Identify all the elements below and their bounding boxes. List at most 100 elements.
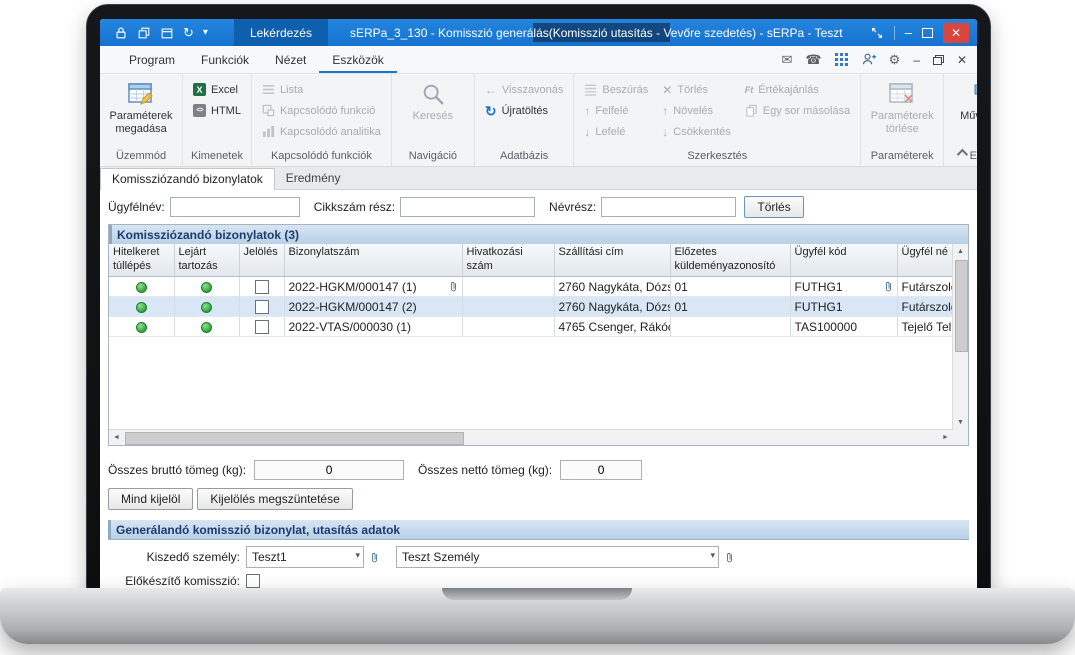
- html-button[interactable]: <> HTML: [188, 101, 246, 120]
- vertical-scroll-thumb[interactable]: [955, 260, 968, 352]
- kereses-button: Keresés: [397, 78, 469, 123]
- combo-caret-icon: ▾: [355, 550, 360, 561]
- menu-nezet[interactable]: Nézet: [262, 46, 319, 73]
- menu-funkciok[interactable]: Funkciók: [188, 46, 262, 73]
- section-handle: [108, 520, 111, 539]
- torles-row-button: ✕ Törlés: [657, 80, 735, 99]
- picker-person-name-combo[interactable]: Teszt Személy ▾: [396, 546, 719, 568]
- cell-hivatkozasi-szam: [462, 317, 554, 337]
- muveletek-button[interactable]: Műveletek: [949, 78, 977, 123]
- column-header[interactable]: Szállítási cím: [554, 244, 670, 277]
- operations-icon: [972, 81, 977, 107]
- ribbon: Paraméterek megadása Üzemmód X Excel: [100, 74, 977, 167]
- column-header[interactable]: Jelölés: [239, 244, 284, 277]
- row-select-checkbox[interactable]: [255, 320, 269, 334]
- collapse-ribbon-icon[interactable]: [953, 146, 969, 160]
- close-button[interactable]: ✕: [943, 23, 969, 43]
- new-window-icon[interactable]: [160, 26, 174, 40]
- beszuras-button: Beszúrás: [579, 80, 653, 99]
- mail-icon[interactable]: ✉: [781, 53, 792, 66]
- app-close-icon[interactable]: ✕: [957, 54, 967, 66]
- tab-eredmeny[interactable]: Eredmény: [275, 168, 352, 189]
- currency-icon: Ft: [745, 85, 754, 95]
- parameterek-megadasa-button[interactable]: Paraméterek megadása: [105, 78, 177, 135]
- horizontal-scrollbar[interactable]: ◄ ►: [109, 429, 953, 445]
- cell-elozetes-kuldemeny: 01: [670, 297, 790, 317]
- gear-icon[interactable]: ⚙: [889, 53, 901, 66]
- visszavonas-button: ← Visszavonás: [480, 80, 569, 99]
- ribbon-group-adatbazis: ← Visszavonás ↻ Újratöltés Adatbázis: [475, 74, 575, 166]
- prep-commission-label: Előkészítő komisszió:: [100, 574, 240, 588]
- column-header[interactable]: Hivatkozási szám: [462, 244, 554, 277]
- trackpad-notch: [442, 588, 632, 600]
- item-number-label: Cikkszám rész:: [314, 200, 395, 214]
- customer-name-input[interactable]: [170, 197, 300, 217]
- move-down-icon: ↓: [584, 126, 590, 138]
- combo-caret-icon: ▾: [710, 550, 715, 561]
- app-minimize-icon[interactable]: –: [913, 54, 920, 66]
- felfele-button: ↑ Felfelé: [579, 101, 653, 120]
- maximize-button[interactable]: [922, 28, 933, 38]
- decrease-icon: ↓: [662, 126, 668, 138]
- attachment-icon: [449, 280, 458, 293]
- vertical-scrollbar[interactable]: ▲ ▼: [952, 244, 968, 430]
- row-select-checkbox[interactable]: [255, 300, 269, 314]
- prep-commission-checkbox[interactable]: [246, 574, 260, 588]
- documents-table: Hitelkeret túllépésLejárt tartozásJelölé…: [109, 244, 953, 337]
- excel-button[interactable]: X Excel: [188, 80, 246, 99]
- clear-selection-button[interactable]: Kijelölés megszüntetése: [197, 488, 352, 510]
- attachment-icon[interactable]: [721, 551, 737, 564]
- horizontal-scroll-thumb[interactable]: [125, 432, 464, 445]
- app-window: ↻ ▾ Lekérdezés sERPa_3_130 - Komisszió g…: [100, 19, 977, 593]
- attachment-icon[interactable]: [366, 551, 382, 564]
- picker-person-row: Kiszedő személy: Teszt1 ▾ Teszt Személy …: [100, 546, 977, 568]
- menu-program[interactable]: Program: [116, 46, 188, 73]
- app-grid-icon[interactable]: [835, 53, 848, 66]
- table-row[interactable]: 2022-HGKM/000147 (2)2760 Nagykáta, Dózsa…: [109, 297, 953, 317]
- refresh-icon[interactable]: ↻: [183, 26, 194, 39]
- minimize-button[interactable]: –: [905, 26, 912, 39]
- row-select-checkbox[interactable]: [255, 280, 269, 294]
- tab-komissziozando-bizonylatok[interactable]: Komissziózandó bizonylatok: [100, 168, 275, 190]
- prep-commission-row: Előkészítő komisszió:: [100, 574, 977, 588]
- column-header[interactable]: Előzetes küldeményazonosító: [670, 244, 790, 277]
- column-header[interactable]: Ügyfél né: [897, 244, 953, 277]
- select-all-button[interactable]: Mind kijelöl: [108, 488, 193, 510]
- cell-ugyfel-kod: FUTHG1: [790, 277, 897, 297]
- cell-szallitasi-cim: 2760 Nagykáta, Dózsa: [554, 277, 670, 297]
- column-header[interactable]: Ügyfél kód: [790, 244, 897, 277]
- scroll-up-arrow[interactable]: ▲: [953, 244, 968, 259]
- ujratoltes-button[interactable]: ↻ Újratöltés: [480, 101, 569, 120]
- column-header[interactable]: Lejárt tartozás: [174, 244, 239, 277]
- scroll-left-arrow[interactable]: ◄: [109, 430, 124, 445]
- query-tab[interactable]: Lekérdezés: [234, 19, 328, 46]
- item-number-input[interactable]: [400, 197, 535, 217]
- scroll-down-arrow[interactable]: ▼: [953, 415, 968, 430]
- lefele-button: ↓ Lefelé: [579, 122, 653, 141]
- scroll-right-arrow[interactable]: ►: [938, 430, 953, 445]
- cell-szallitasi-cim: 2760 Nagykáta, Dózsa: [554, 297, 670, 317]
- app-restore-icon[interactable]: [933, 55, 944, 65]
- table-row[interactable]: 2022-VTAS/000030 (1)4765 Csenger, Rákócz…: [109, 317, 953, 337]
- cell-hivatkozasi-szam: [462, 297, 554, 317]
- user-add-icon[interactable]: [861, 52, 876, 67]
- parameter-grid-icon: [127, 81, 155, 107]
- table-row[interactable]: 2022-HGKM/000147 (1)2760 Nagykáta, Dózsa…: [109, 277, 953, 297]
- name-part-input[interactable]: [601, 197, 736, 217]
- cascade-windows-icon[interactable]: [137, 26, 151, 40]
- column-header[interactable]: Bizonylatszám: [284, 244, 462, 277]
- column-header[interactable]: Hitelkeret túllépés: [109, 244, 174, 277]
- cell-hivatkozasi-szam: [462, 277, 554, 297]
- phone-icon[interactable]: ☎: [805, 53, 821, 66]
- lock-icon[interactable]: [114, 26, 128, 40]
- net-weight-value: [560, 460, 642, 480]
- expand-icon[interactable]: [870, 26, 884, 40]
- overdue-status-icon: [201, 282, 212, 293]
- menu-eszkozok[interactable]: Eszközök: [319, 46, 396, 73]
- ribbon-group-uzemmod: Paraméterek megadása Üzemmód: [100, 74, 183, 166]
- kapcsolodo-funkcio-button: Kapcsolódó funkció: [257, 101, 386, 120]
- caret-down-icon[interactable]: ▾: [203, 28, 208, 38]
- clear-filters-button[interactable]: Törlés: [744, 196, 803, 218]
- view-tabs: Komissziózandó bizonylatok Eredmény: [100, 167, 977, 190]
- picker-person-code-combo[interactable]: Teszt1 ▾: [246, 546, 364, 568]
